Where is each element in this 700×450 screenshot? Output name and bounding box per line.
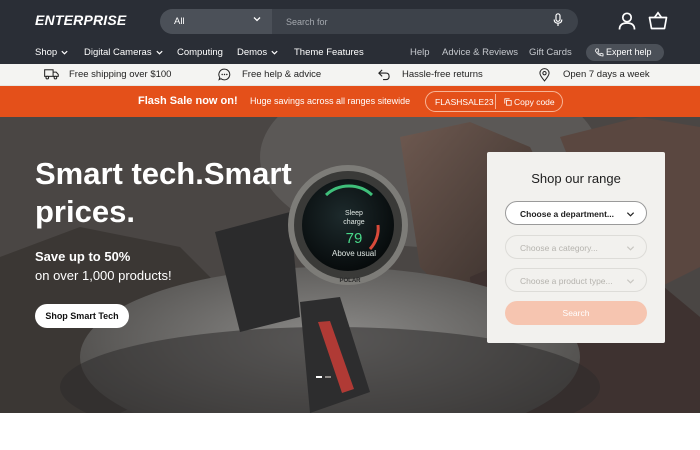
location-pin-icon [539, 68, 550, 82]
department-select-label: Choose a department... [520, 209, 614, 219]
nav-link-advice-reviews[interactable]: Advice & Reviews [442, 47, 518, 58]
watch-brand: POLAR [340, 278, 362, 284]
category-select[interactable]: Choose a category... [505, 235, 647, 259]
expert-help-label: Expert help [606, 47, 652, 57]
microphone-icon[interactable] [553, 13, 563, 27]
chat-icon [218, 68, 231, 81]
chevron-down-icon [626, 246, 635, 251]
site-header: ENTERPRISE All Shop Digital Cameras Comp… [0, 0, 700, 64]
promo-divider [495, 94, 496, 109]
account-icon[interactable] [617, 11, 637, 31]
product-type-select[interactable]: Choose a product type... [505, 268, 647, 292]
product-type-select-label: Choose a product type... [520, 276, 613, 286]
copy-code-button[interactable]: Copy code [504, 97, 555, 107]
nav-item-label: Demos [237, 47, 268, 58]
nav-link-help[interactable]: Help [410, 47, 430, 58]
watch-status: Above usual [332, 249, 376, 258]
perk-free-help: Free help & advice [242, 69, 322, 80]
search-bar: All [160, 9, 578, 34]
search-scope-label: All [174, 16, 185, 27]
chevron-down-icon [155, 50, 163, 55]
cart-icon[interactable] [648, 11, 668, 31]
carousel-indicators [316, 376, 331, 378]
flash-sale-subtitle: Huge savings across all ranges sitewide [250, 96, 411, 106]
watch-value: 79 [346, 230, 363, 247]
chevron-down-icon [626, 212, 635, 217]
hero-subtitle-1: Save up to 50% [35, 249, 131, 264]
promo-code: FLASHSALE23 [435, 97, 494, 107]
chevron-down-icon [253, 17, 261, 22]
hero-title: Smart tech.Smart prices. [35, 156, 292, 229]
watch-line-2: charge [343, 219, 365, 226]
nav-item-label: Theme Features [294, 47, 364, 58]
copy-icon [504, 98, 512, 106]
perks-bar: Free shipping over $100 Free help & advi… [0, 64, 700, 86]
nav-item-theme-features[interactable]: Theme Features [294, 47, 364, 58]
site-logo[interactable]: ENTERPRISE [35, 12, 126, 28]
promo-code-box: FLASHSALE23 Copy code [425, 91, 563, 112]
nav-item-demos[interactable]: Demos [237, 47, 279, 58]
chevron-down-icon [61, 50, 68, 55]
copy-code-label: Copy code [514, 97, 555, 107]
flash-sale-title: Flash Sale now on! [138, 95, 238, 107]
perk-free-shipping: Free shipping over $100 [69, 69, 172, 80]
hero-subtitle-2: on over 1,000 products! [35, 268, 172, 283]
carousel-dot-active[interactable] [316, 376, 322, 378]
nav-item-label: Computing [177, 47, 223, 58]
department-select[interactable]: Choose a department... [505, 201, 647, 225]
category-select-label: Choose a category... [520, 243, 598, 253]
nav-item-label: Shop [35, 47, 58, 58]
shop-range-title: Shop our range [531, 171, 621, 186]
shop-smart-tech-button[interactable]: Shop Smart Tech [35, 304, 129, 328]
nav-item-digital-cameras[interactable]: Digital Cameras [84, 47, 164, 58]
shop-range-panel: Shop our range Choose a department... Ch… [487, 152, 665, 343]
carousel-dot[interactable] [325, 376, 331, 378]
nav-link-gift-cards[interactable]: Gift Cards [529, 47, 572, 58]
nav-item-computing[interactable]: Computing [177, 47, 223, 58]
perk-returns: Hassle-free returns [402, 69, 483, 80]
nav-item-shop[interactable]: Shop [35, 47, 69, 58]
truck-icon [44, 69, 59, 80]
flash-sale-bar: Flash Sale now on! Huge savings across a… [0, 86, 700, 117]
range-search-button[interactable]: Search [505, 301, 647, 325]
expert-help-button[interactable]: Expert help [586, 44, 664, 61]
chevron-down-icon [271, 50, 278, 55]
phone-icon [595, 48, 604, 57]
search-scope-select[interactable]: All [160, 9, 272, 34]
search-input[interactable] [272, 9, 552, 34]
perk-open-days: Open 7 days a week [563, 69, 650, 80]
watch-line-1: Sleep [345, 210, 363, 217]
nav-item-label: Digital Cameras [84, 47, 152, 58]
return-arrow-icon [378, 69, 390, 81]
chevron-down-icon [626, 279, 635, 284]
